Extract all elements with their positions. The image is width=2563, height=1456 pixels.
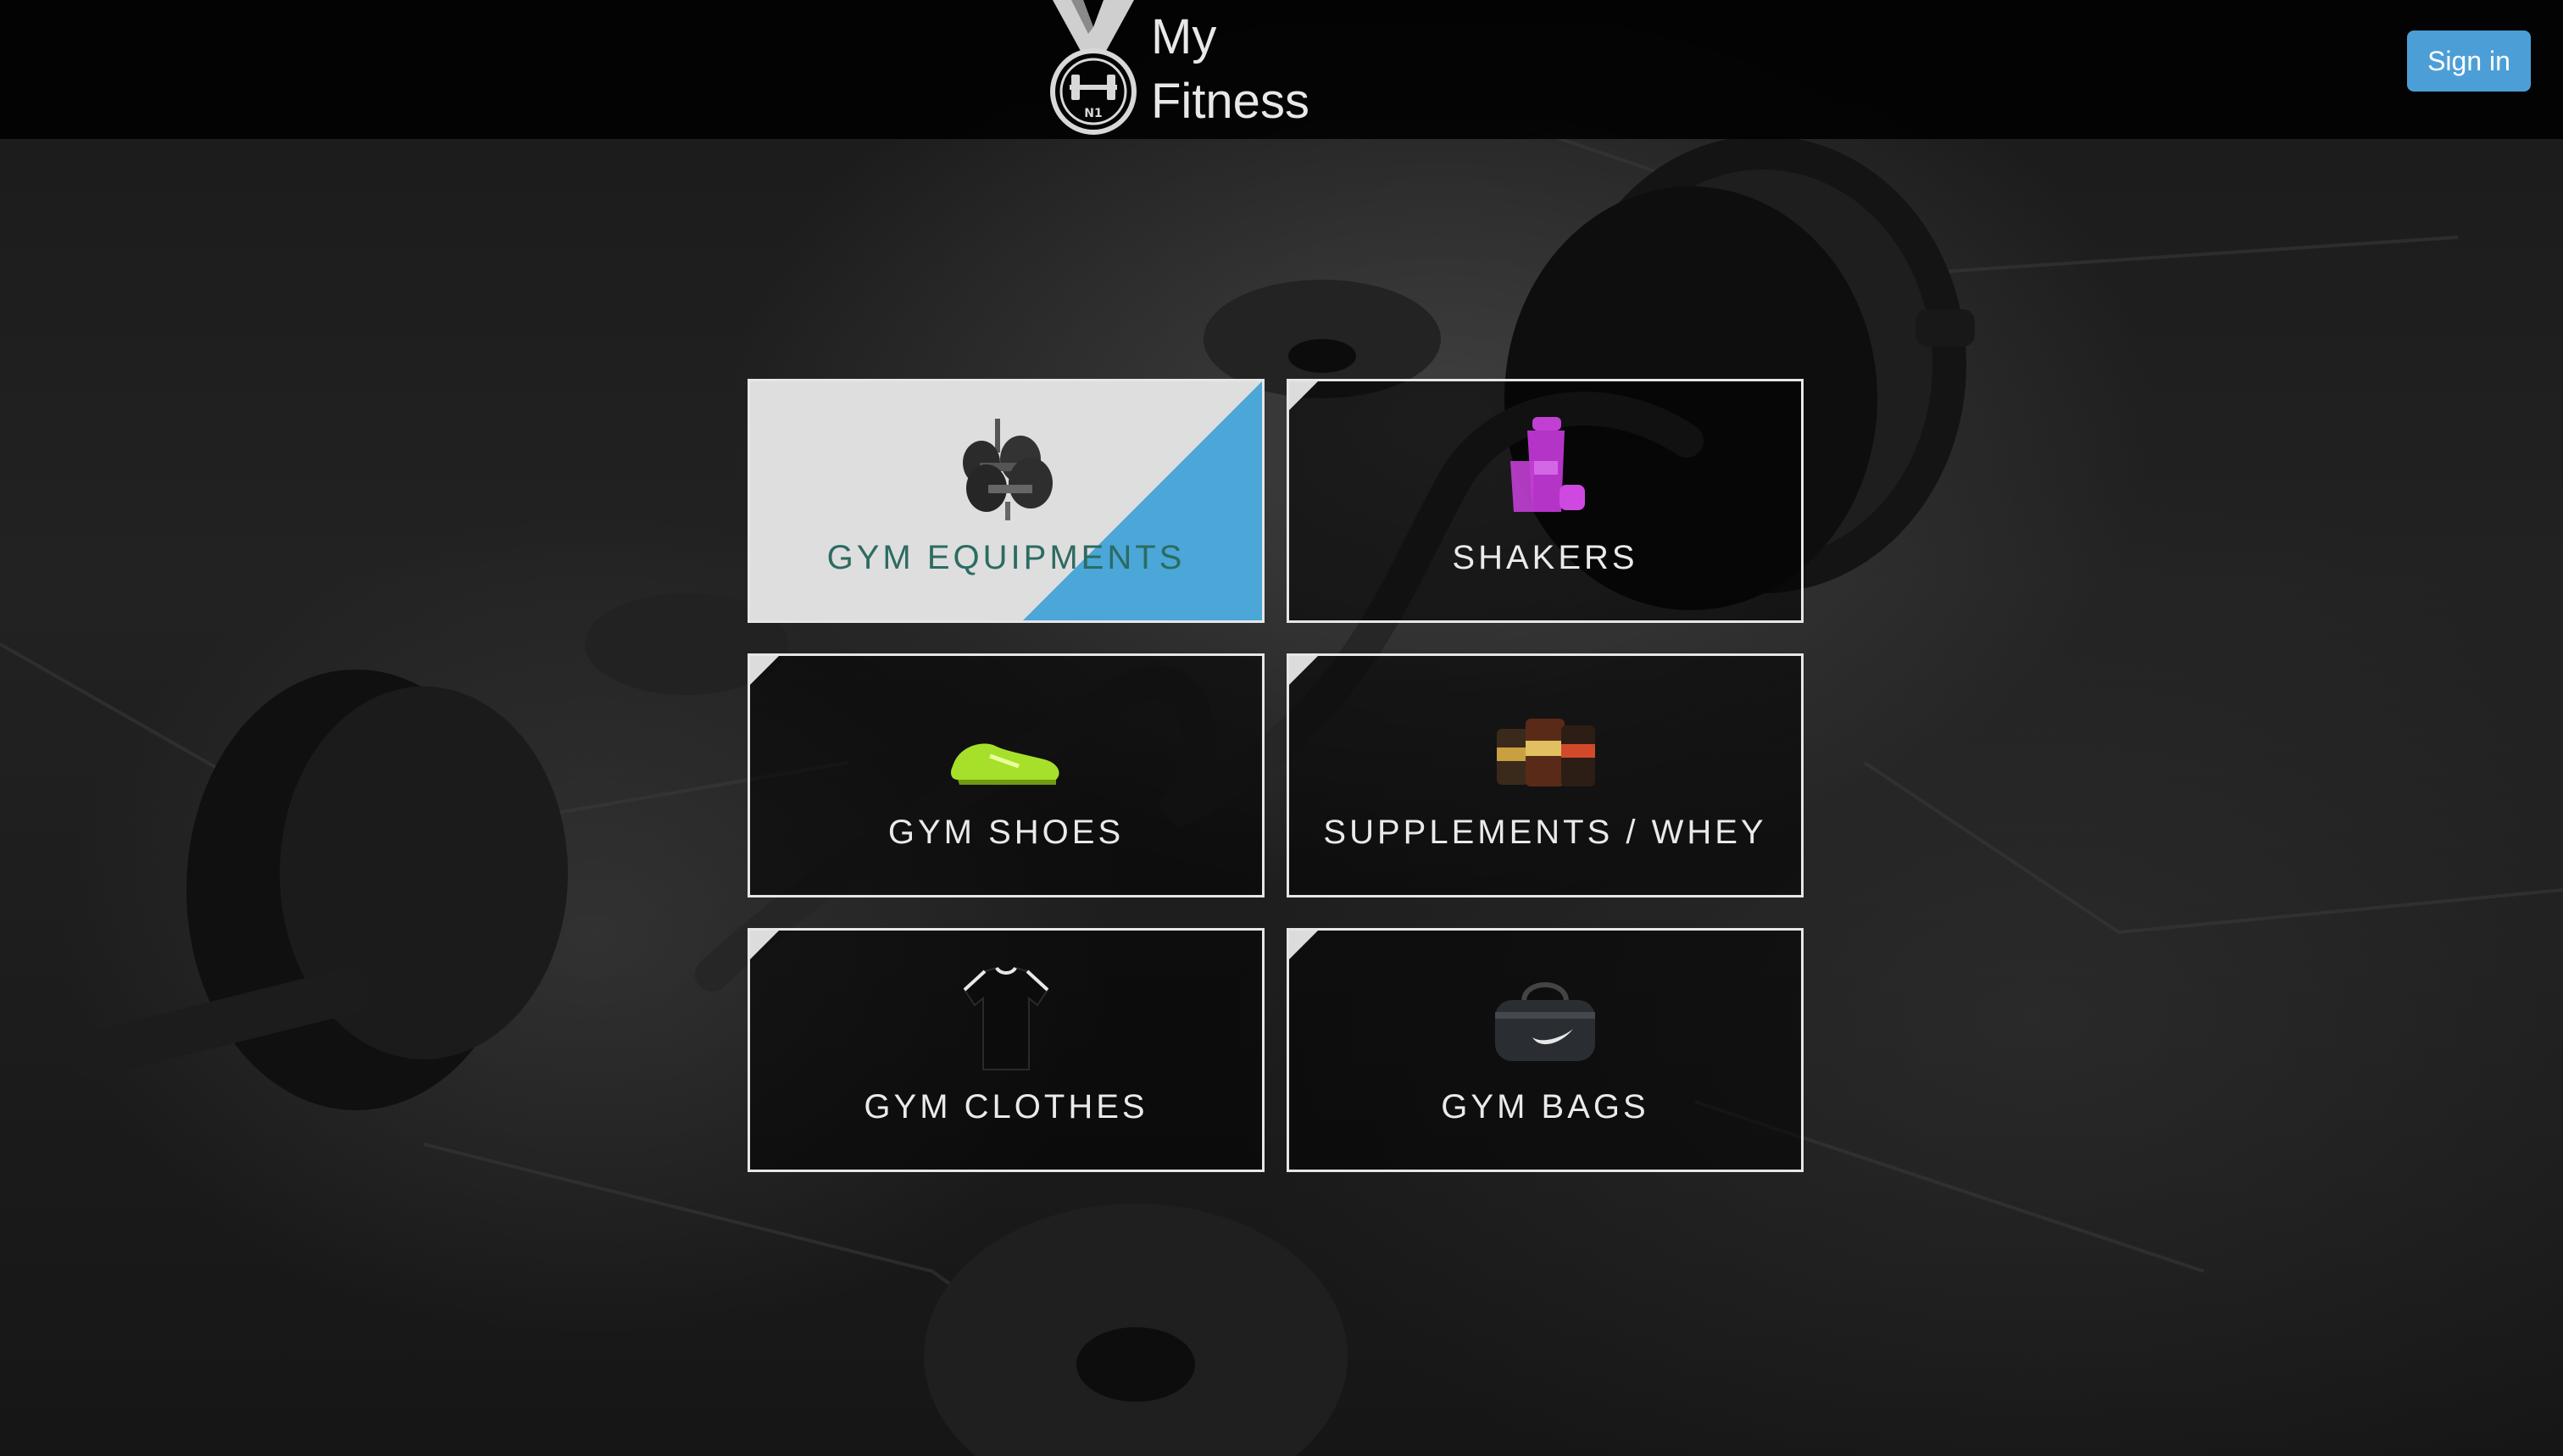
svg-text:N1: N1 <box>1084 107 1102 120</box>
category-grid: GYM EQUIPMENTS SHAKERS GYM SHOES SUPPLEM… <box>748 379 1804 1172</box>
category-tile-gym-clothes[interactable]: GYM CLOTHES <box>748 928 1265 1172</box>
brand[interactable]: N1 My Fitness <box>1049 0 1309 139</box>
supplement-icon <box>1497 719 1595 786</box>
brand-name-line1: My <box>1151 9 1217 64</box>
tile-corner-marker <box>750 656 779 685</box>
category-label: GYM BAGS <box>1441 1088 1649 1125</box>
tshirt-icon <box>963 966 1049 1070</box>
category-label: SUPPLEMENTS / WHEY <box>1323 814 1767 851</box>
tile-corner-marker <box>1289 656 1318 685</box>
category-tile-supplements[interactable]: SUPPLEMENTS / WHEY <box>1287 653 1804 897</box>
brand-name: My Fitness <box>1151 5 1309 134</box>
category-label: SHAKERS <box>1452 539 1638 576</box>
brand-name-line2: Fitness <box>1151 74 1309 129</box>
category-label: GYM EQUIPMENTS <box>826 539 1186 576</box>
gym-bag-icon <box>1495 982 1595 1061</box>
tile-corner-marker <box>1289 931 1318 959</box>
category-tile-shakers[interactable]: SHAKERS <box>1287 379 1804 623</box>
category-tile-gym-equipments[interactable]: GYM EQUIPMENTS <box>748 379 1265 623</box>
category-tile-gym-shoes[interactable]: GYM SHOES <box>748 653 1265 897</box>
category-label: GYM CLOTHES <box>864 1088 1148 1125</box>
sign-in-button[interactable]: Sign in <box>2407 31 2531 92</box>
tile-corner-marker <box>750 931 779 959</box>
medal-dumbbell-logo-icon: N1 <box>1050 0 1137 135</box>
category-label: GYM SHOES <box>887 814 1125 851</box>
shoe-icon <box>951 743 1059 785</box>
dumbbell-icon <box>963 419 1053 520</box>
top-navbar: N1 My Fitness Sign in <box>0 0 2563 139</box>
tile-corner-marker <box>1289 381 1318 410</box>
app-root: N1 My Fitness Sign in GYM EQUIPMENTS SHA… <box>0 0 2563 1456</box>
category-tile-gym-bags[interactable]: GYM BAGS <box>1287 928 1804 1172</box>
shaker-icon <box>1510 417 1585 512</box>
